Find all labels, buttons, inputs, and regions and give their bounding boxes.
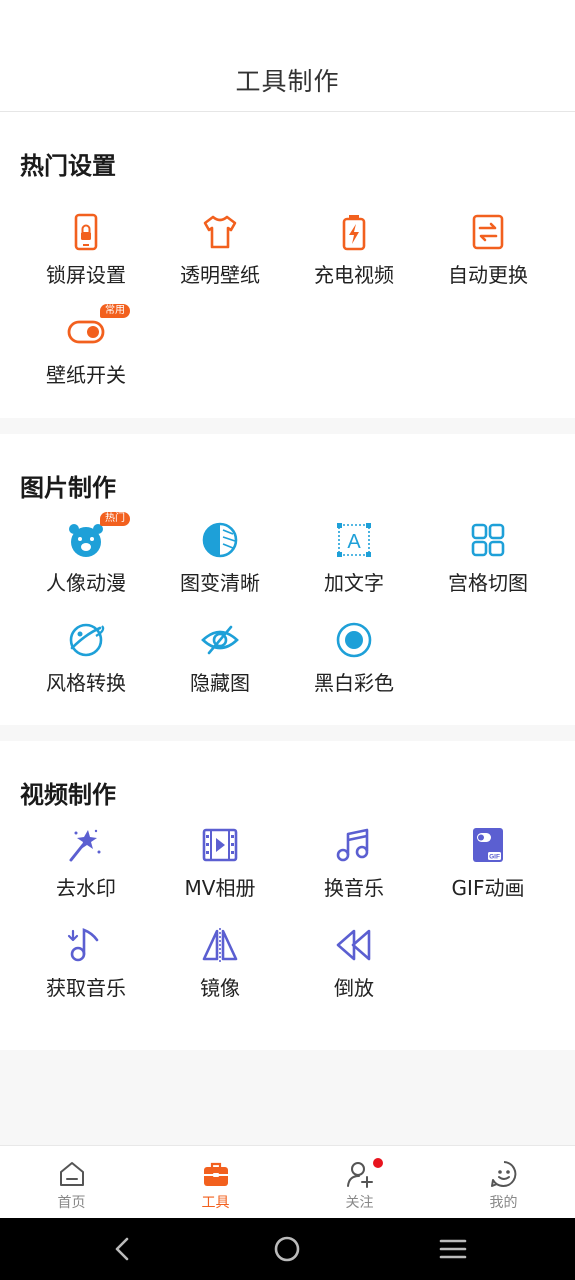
- tool-change-music[interactable]: 换音乐: [284, 825, 424, 915]
- tool-label: 人像动漫: [46, 571, 126, 595]
- eye-off-icon: [200, 620, 240, 660]
- phone-lock-icon: [66, 212, 106, 252]
- tab-label: 首页: [57, 1195, 86, 1211]
- svg-text:A: A: [347, 531, 361, 553]
- tab-label: 我的: [489, 1195, 518, 1211]
- tool-label: 透明壁纸: [180, 263, 260, 287]
- tool-style-transfer[interactable]: 风格转换: [16, 620, 156, 710]
- tool-label: 获取音乐: [46, 976, 126, 1000]
- tool-label: 宫格切图: [448, 571, 528, 595]
- film-icon: [200, 825, 240, 865]
- bottom-tab-bar: 首页 工具 关注 我的: [0, 1145, 575, 1219]
- tool-label: 换音乐: [324, 876, 384, 900]
- section-title: 视频制作: [20, 781, 116, 809]
- add-user-icon: [346, 1160, 374, 1188]
- section-video-making: 视频制作 去水印 MV相册 换音乐 GIF GIF动画 获取音乐 镜像 倒放: [0, 741, 575, 1050]
- tool-label: 去水印: [56, 876, 116, 900]
- tool-bw-color[interactable]: 黑白彩色: [284, 620, 424, 710]
- svg-text:GIF: GIF: [489, 854, 500, 861]
- mirror-icon: [200, 925, 240, 965]
- tool-label: GIF动画: [451, 876, 525, 900]
- tool-add-text[interactable]: A 加文字: [284, 520, 424, 610]
- tool-label: 黑白彩色: [314, 671, 394, 695]
- smiley-face-icon: [490, 1160, 518, 1188]
- section-image-making: 图片制作 热门 人像动漫 图变清晰 A 加文字 宫格切图 风格转换 隐藏图 黑白…: [0, 434, 575, 725]
- top-bar: 工具制作: [0, 0, 575, 112]
- tool-mv-album[interactable]: MV相册: [150, 825, 290, 915]
- half-circle-icon: [200, 520, 240, 560]
- tool-label: 风格转换: [46, 671, 126, 695]
- music-download-icon: [66, 925, 106, 965]
- tool-portrait-anime[interactable]: 热门 人像动漫: [16, 512, 156, 610]
- toggle-switch-icon: [66, 312, 106, 352]
- tool-mirror[interactable]: 镜像: [150, 925, 290, 1015]
- battery-charge-icon: [334, 212, 374, 252]
- magic-wand-icon: [66, 825, 106, 865]
- tool-label: 隐藏图: [190, 671, 250, 695]
- rewind-icon: [334, 925, 374, 965]
- tshirt-icon: [200, 212, 240, 252]
- tool-charging-video[interactable]: 充电视频: [284, 212, 424, 302]
- tool-label: 图变清晰: [180, 571, 260, 595]
- tool-auto-change[interactable]: 自动更换: [418, 212, 558, 302]
- text-box-icon: A: [334, 520, 374, 560]
- tool-wallpaper-switch[interactable]: 常用 壁纸开关: [16, 304, 156, 402]
- tool-label: 镜像: [200, 976, 240, 1000]
- tool-reverse[interactable]: 倒放: [284, 925, 424, 1015]
- tab-label: 关注: [345, 1195, 374, 1211]
- tool-label: 加文字: [324, 571, 384, 595]
- grid-icon: [468, 520, 508, 560]
- planet-icon: [66, 620, 106, 660]
- tab-tools[interactable]: 工具: [144, 1146, 287, 1219]
- tool-image-sharpen[interactable]: 图变清晰: [150, 520, 290, 610]
- gif-file-icon: GIF: [468, 825, 508, 865]
- tool-label: 倒放: [334, 976, 374, 1000]
- notification-dot: [372, 1158, 383, 1168]
- tool-extract-music[interactable]: 获取音乐: [16, 925, 156, 1015]
- swap-arrows-icon: [468, 212, 508, 252]
- back-icon[interactable]: [108, 1234, 138, 1264]
- tool-label: 壁纸开关: [46, 363, 126, 387]
- home-circle-icon[interactable]: [272, 1234, 302, 1264]
- system-nav-bar: [0, 1218, 575, 1280]
- tab-home[interactable]: 首页: [0, 1146, 143, 1219]
- section-title: 图片制作: [20, 474, 116, 502]
- tab-label: 工具: [201, 1195, 230, 1211]
- tool-label: 锁屏设置: [46, 263, 126, 287]
- tab-me[interactable]: 我的: [432, 1146, 575, 1219]
- tab-follow[interactable]: 关注: [288, 1146, 431, 1219]
- section-title: 热门设置: [20, 152, 116, 180]
- common-badge: 常用: [100, 304, 130, 318]
- tool-transparent-wallpaper[interactable]: 透明壁纸: [150, 212, 290, 302]
- menu-icon[interactable]: [438, 1234, 468, 1264]
- toolbox-icon: [202, 1160, 230, 1188]
- home-icon: [58, 1160, 86, 1188]
- section-hot-settings: 热门设置 锁屏设置 透明壁纸 充电视频 自动更换 常用 壁纸开关: [0, 112, 575, 418]
- bear-face-icon: [66, 520, 106, 560]
- tool-grid-cut[interactable]: 宫格切图: [418, 520, 558, 610]
- tool-hide-image[interactable]: 隐藏图: [150, 620, 290, 710]
- tool-label: 充电视频: [314, 263, 394, 287]
- tool-remove-watermark[interactable]: 去水印: [16, 825, 156, 915]
- music-note-icon: [334, 825, 374, 865]
- page-title: 工具制作: [235, 67, 340, 96]
- color-circle-icon: [334, 620, 374, 660]
- tool-label: MV相册: [184, 876, 256, 900]
- tool-lock-screen[interactable]: 锁屏设置: [16, 212, 156, 302]
- hot-badge: 热门: [100, 512, 130, 526]
- tool-label: 自动更换: [448, 263, 528, 287]
- tool-gif-animation[interactable]: GIF GIF动画: [418, 825, 558, 915]
